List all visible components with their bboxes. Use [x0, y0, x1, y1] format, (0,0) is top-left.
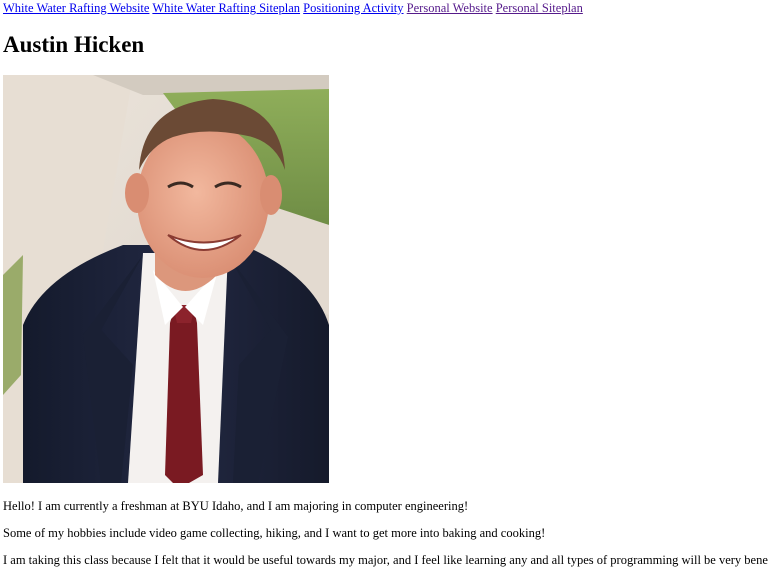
nav-link-personal-siteplan[interactable]: Personal Siteplan	[496, 1, 583, 15]
top-nav: White Water Rafting Website White Water …	[3, 0, 583, 16]
profile-photo	[3, 75, 329, 483]
hobbies-paragraph: Some of my hobbies include video game co…	[3, 526, 546, 540]
nav-link-rafting-website[interactable]: White Water Rafting Website	[3, 1, 149, 15]
class-reason-paragraph: I am taking this class because I felt th…	[3, 553, 768, 567]
page-title: Austin Hicken	[3, 32, 145, 57]
nav-link-personal-website[interactable]: Personal Website	[407, 1, 493, 15]
nav-link-rafting-siteplan[interactable]: White Water Rafting Siteplan	[152, 1, 300, 15]
intro-paragraph: Hello! I am currently a freshman at BYU …	[3, 499, 469, 513]
nav-link-positioning-activity[interactable]: Positioning Activity	[303, 1, 403, 15]
portrait-image	[3, 75, 329, 483]
